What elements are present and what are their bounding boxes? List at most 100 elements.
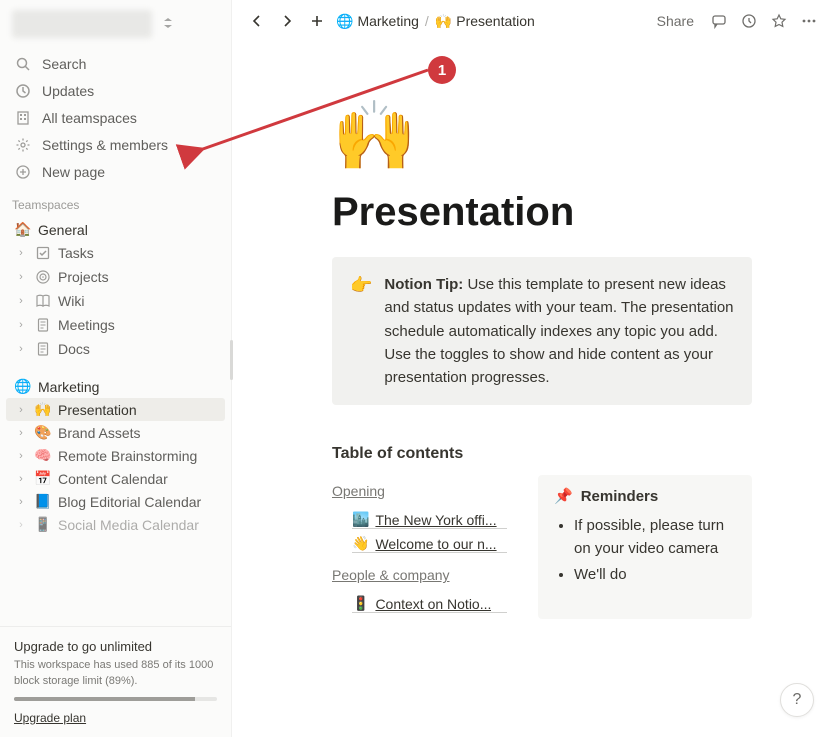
notebook-icon: 📘 xyxy=(34,493,52,510)
new-page-label: New page xyxy=(42,164,105,180)
sidebar-item-presentation[interactable]: › 🙌 Presentation xyxy=(6,398,225,421)
reminders-block[interactable]: 📌 Reminders If possible, please turn on … xyxy=(538,475,752,619)
help-label: ? xyxy=(793,691,802,709)
callout-text[interactable]: Notion Tip: Use this template to present… xyxy=(384,273,734,389)
book-icon xyxy=(34,292,52,310)
toc-link[interactable]: 👋 Welcome to our n... xyxy=(352,535,507,553)
breadcrumb-current-label: Presentation xyxy=(456,13,535,29)
sidebar-item-blog-calendar[interactable]: › 📘 Blog Editorial Calendar xyxy=(6,490,225,513)
house-icon: 🏠 xyxy=(14,221,32,238)
updates-button[interactable]: Updates xyxy=(6,78,225,104)
chevron-right-icon[interactable]: › xyxy=(14,295,28,307)
chevron-right-icon[interactable]: › xyxy=(14,427,28,439)
search-icon xyxy=(14,55,32,73)
sidebar-item-social-calendar[interactable]: › 📱 Social Media Calendar xyxy=(6,513,225,536)
upgrade-plan-link[interactable]: Upgrade plan xyxy=(14,711,217,725)
globe-icon: 🌐 xyxy=(336,13,353,30)
toc-link-text: The New York offi... xyxy=(375,512,496,528)
toc-section-opening[interactable]: Opening xyxy=(332,483,385,499)
workspace-switcher[interactable] xyxy=(0,0,231,48)
reminder-item[interactable]: We'll do xyxy=(574,564,736,587)
chevron-right-icon[interactable]: › xyxy=(14,271,28,283)
page-title[interactable]: Presentation xyxy=(332,190,752,235)
sidebar-item-label: Brand Assets xyxy=(58,425,141,441)
callout-block[interactable]: 👉 Notion Tip: Use this template to prese… xyxy=(332,257,752,405)
favorite-icon[interactable] xyxy=(768,10,790,32)
callout-strong: Notion Tip: xyxy=(384,276,463,293)
sidebar-item-projects[interactable]: › Projects xyxy=(6,265,225,289)
sidebar-item-label: Content Calendar xyxy=(58,471,168,487)
reminder-item[interactable]: If possible, please turn on your video c… xyxy=(574,515,736,560)
breadcrumb-parent[interactable]: 🌐 Marketing xyxy=(336,13,419,30)
new-tab-button[interactable] xyxy=(306,10,328,32)
page-content: 🙌 Presentation + ⋮⋮ 👉 Notion Tip: Use th… xyxy=(232,42,834,737)
upgrade-description: This workspace has used 885 of its 1000 … xyxy=(14,658,217,689)
chevron-right-icon[interactable]: › xyxy=(14,343,28,355)
pin-icon: 📌 xyxy=(554,487,573,505)
comments-icon[interactable] xyxy=(708,10,730,32)
teamspace-general[interactable]: 🏠 General xyxy=(6,218,225,241)
storage-progress xyxy=(14,697,217,701)
upgrade-title: Upgrade to go unlimited xyxy=(14,639,217,654)
search-button[interactable]: Search xyxy=(6,51,225,77)
chevron-right-icon[interactable]: › xyxy=(14,450,28,462)
toc-heading: Table of contents xyxy=(332,445,752,463)
toc-section-people[interactable]: People & company xyxy=(332,567,450,583)
new-page-button[interactable]: New page xyxy=(6,159,225,185)
nav-back-button[interactable] xyxy=(246,10,268,32)
share-button[interactable]: Share xyxy=(651,11,700,31)
gear-icon xyxy=(14,136,32,154)
teamspaces-label: Teamspaces xyxy=(0,188,231,216)
palette-icon: 🎨 xyxy=(34,424,52,441)
sidebar-item-docs[interactable]: › Docs xyxy=(6,337,225,361)
brain-icon: 🧠 xyxy=(34,447,52,464)
sidebar-item-label: Wiki xyxy=(58,293,84,309)
breadcrumb-parent-label: Marketing xyxy=(357,13,418,29)
sidebar-item-label: Presentation xyxy=(58,402,137,418)
toc-link[interactable]: 🏙️ The New York offi... xyxy=(352,511,507,529)
sidebar-item-meetings[interactable]: › Meetings xyxy=(6,313,225,337)
settings-members-label: Settings & members xyxy=(42,137,168,153)
history-icon[interactable] xyxy=(738,10,760,32)
chevron-right-icon[interactable]: › xyxy=(14,247,28,259)
more-icon[interactable] xyxy=(798,10,820,32)
toc-column: Opening 🏙️ The New York offi... 👋 Welcom… xyxy=(332,475,514,619)
toc-link[interactable]: 🚦 Context on Notio... xyxy=(352,595,507,613)
chevron-right-icon[interactable]: › xyxy=(14,519,28,531)
calendar-icon: 📅 xyxy=(34,470,52,487)
settings-members-button[interactable]: Settings & members xyxy=(6,132,225,158)
sidebar-item-label: Social Media Calendar xyxy=(58,517,199,533)
sidebar-item-tasks[interactable]: › Tasks xyxy=(6,241,225,265)
sidebar-item-brand-assets[interactable]: › 🎨 Brand Assets xyxy=(6,421,225,444)
search-label: Search xyxy=(42,56,86,72)
breadcrumb: 🌐 Marketing / 🙌 Presentation xyxy=(336,13,535,30)
sidebar-item-wiki[interactable]: › Wiki xyxy=(6,289,225,313)
clock-icon xyxy=(14,82,32,100)
reminders-heading: Reminders xyxy=(581,488,659,505)
all-teamspaces-button[interactable]: All teamspaces xyxy=(6,105,225,131)
sidebar-item-label: Tasks xyxy=(58,245,94,261)
doc-icon xyxy=(34,340,52,358)
breadcrumb-current[interactable]: 🙌 Presentation xyxy=(435,13,535,30)
updates-label: Updates xyxy=(42,83,94,99)
expand-collapse-icon[interactable] xyxy=(160,15,176,34)
globe-icon: 🌐 xyxy=(14,378,32,395)
teamspace-marketing[interactable]: 🌐 Marketing xyxy=(6,375,225,398)
check-page-icon xyxy=(34,244,52,262)
chevron-right-icon[interactable]: › xyxy=(14,473,28,485)
sidebar-item-label: Docs xyxy=(58,341,90,357)
chevron-right-icon[interactable]: › xyxy=(14,319,28,331)
page-emoji[interactable]: 🙌 xyxy=(332,102,752,170)
help-button[interactable]: ? xyxy=(780,683,814,717)
sidebar-item-remote-brainstorming[interactable]: › 🧠 Remote Brainstorming xyxy=(6,444,225,467)
doc-icon xyxy=(34,316,52,334)
toc-link-text: Welcome to our n... xyxy=(375,536,496,552)
plus-circle-icon xyxy=(14,163,32,181)
chevron-right-icon[interactable]: › xyxy=(14,404,28,416)
workspace-name-redacted xyxy=(12,10,152,38)
sidebar-item-content-calendar[interactable]: › 📅 Content Calendar xyxy=(6,467,225,490)
chevron-right-icon[interactable]: › xyxy=(14,496,28,508)
nav-forward-button[interactable] xyxy=(276,10,298,32)
raised-hands-icon: 🙌 xyxy=(34,401,52,418)
wave-icon: 👋 xyxy=(352,535,369,552)
